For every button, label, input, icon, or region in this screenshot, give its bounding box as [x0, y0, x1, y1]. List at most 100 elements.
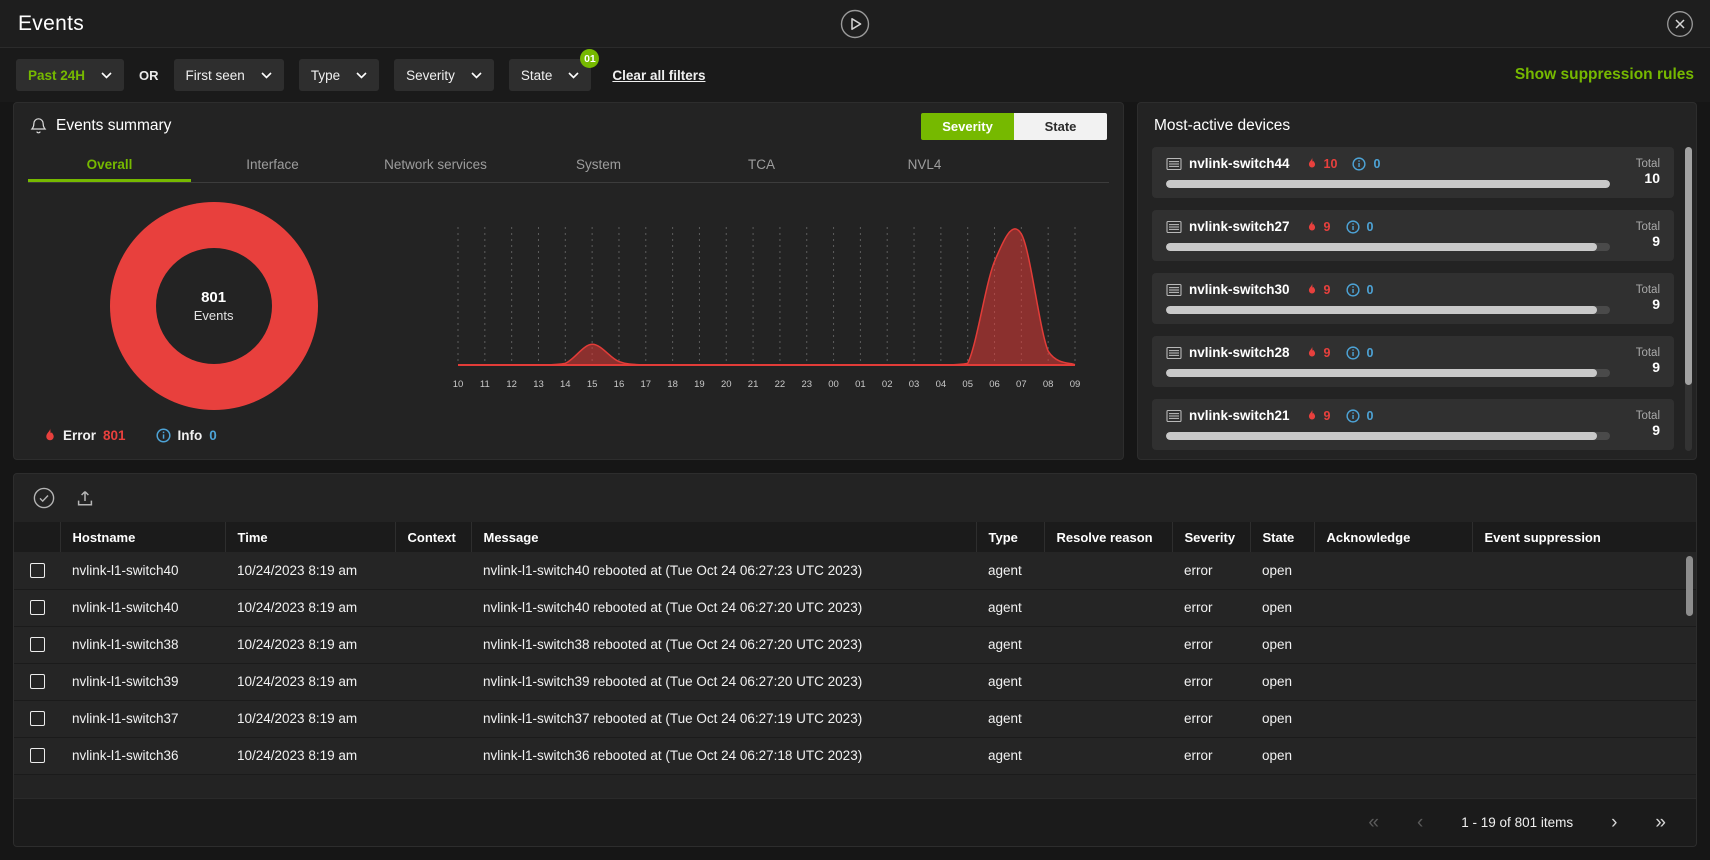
device-total-count: 9 — [1652, 359, 1660, 375]
row-checkbox[interactable] — [30, 637, 45, 652]
svg-text:23: 23 — [801, 379, 812, 390]
row-checkbox[interactable] — [30, 711, 45, 726]
device-card[interactable]: nvlink-switch30 9 0 Total — [1152, 273, 1674, 324]
table-row[interactable]: nvlink-l1-switch40 10/24/2023 8:19 am nv… — [14, 552, 1696, 589]
row-checkbox[interactable] — [30, 748, 45, 763]
table-row[interactable]: nvlink-l1-switch37 10/24/2023 8:19 am nv… — [14, 700, 1696, 737]
events-area-chart: 1011121314151617181920212223000102030405… — [444, 217, 1089, 395]
device-error-count: 9 — [1324, 283, 1331, 297]
table-row[interactable]: nvlink-l1-switch36 10/24/2023 8:19 am nv… — [14, 737, 1696, 774]
device-card[interactable]: nvlink-switch28 9 0 Total — [1152, 336, 1674, 387]
time-range-filter[interactable]: Past 24H — [16, 59, 124, 91]
cell-hostname: nvlink-l1-switch39 — [60, 663, 225, 700]
table-row[interactable]: nvlink-l1-switch39 10/24/2023 8:19 am nv… — [14, 663, 1696, 700]
select-all-button[interactable] — [33, 487, 55, 509]
state-filter-badge: 01 — [580, 49, 599, 68]
last-page-button[interactable]: » — [1655, 813, 1666, 832]
row-checkbox[interactable] — [30, 600, 45, 615]
first-seen-filter[interactable]: First seen — [174, 59, 284, 91]
close-icon — [1666, 10, 1694, 38]
summary-charts: 801 Events 10111213141516171819202122230… — [14, 183, 1123, 428]
toggle-severity-button[interactable]: Severity — [921, 113, 1014, 140]
svg-text:02: 02 — [882, 379, 893, 390]
toggle-state-button[interactable]: State — [1014, 113, 1107, 140]
show-suppression-rules-link[interactable]: Show suppression rules — [1515, 66, 1694, 84]
column-header[interactable]: Hostname — [60, 522, 225, 552]
column-header[interactable]: Type — [976, 522, 1044, 552]
severity-filter[interactable]: Severity — [394, 59, 494, 91]
flame-icon — [1307, 157, 1317, 170]
device-activity-bar — [1166, 432, 1610, 440]
svg-text:17: 17 — [640, 379, 651, 390]
events-donut-chart: 801 Events — [110, 202, 318, 410]
svg-text:08: 08 — [1043, 379, 1054, 390]
device-card[interactable]: nvlink-switch44 10 0 Total — [1152, 147, 1674, 198]
close-button[interactable] — [1666, 10, 1694, 38]
switch-icon — [1166, 409, 1182, 423]
summary-tab[interactable]: Network services — [354, 149, 517, 182]
device-name: nvlink-switch27 — [1189, 219, 1290, 234]
next-page-button[interactable]: › — [1611, 813, 1617, 832]
svg-text:11: 11 — [480, 379, 490, 390]
cell-message: nvlink-l1-switch39 rebooted at (Tue Oct … — [471, 663, 976, 700]
device-activity-bar — [1166, 306, 1610, 314]
cell-event-suppression — [1472, 663, 1696, 700]
state-filter[interactable]: State — [509, 59, 592, 91]
device-total-label: Total — [1636, 158, 1660, 170]
cell-hostname: nvlink-l1-switch36 — [60, 737, 225, 774]
cell-state: open — [1250, 626, 1314, 663]
column-header[interactable]: Severity — [1172, 522, 1250, 552]
most-active-devices-panel: Most-active devices nvlink-switch44 10 — [1137, 102, 1697, 460]
cell-context — [395, 663, 471, 700]
flame-icon — [44, 428, 56, 443]
play-button[interactable] — [839, 8, 871, 40]
pagination-range: 1 - 19 of 801 items — [1461, 815, 1573, 830]
cell-time: 10/24/2023 8:19 am — [225, 552, 395, 589]
device-activity-bar-fill — [1166, 180, 1610, 188]
row-checkbox[interactable] — [30, 674, 45, 689]
cell-severity: error — [1172, 589, 1250, 626]
table-row[interactable]: nvlink-l1-switch38 10/24/2023 8:19 am nv… — [14, 626, 1696, 663]
cell-context — [395, 737, 471, 774]
flame-icon — [1307, 346, 1317, 359]
first-page-button[interactable]: « — [1368, 813, 1379, 832]
devices-scrollbar[interactable] — [1685, 147, 1692, 451]
devices-scrollbar-thumb[interactable] — [1685, 147, 1692, 385]
column-header[interactable]: Event suppression — [1472, 522, 1696, 552]
cell-severity: error — [1172, 626, 1250, 663]
cell-type: agent — [976, 737, 1044, 774]
column-header[interactable]: Resolve reason — [1044, 522, 1172, 552]
prev-page-button[interactable]: ‹ — [1417, 813, 1423, 832]
summary-tab[interactable]: NVL4 — [843, 149, 1006, 182]
type-filter[interactable]: Type — [299, 59, 379, 91]
summary-tab[interactable]: System — [517, 149, 680, 182]
column-header[interactable]: Time — [225, 522, 395, 552]
cell-type: agent — [976, 552, 1044, 589]
column-header[interactable]: State — [1250, 522, 1314, 552]
cell-context — [395, 552, 471, 589]
device-activity-bar-fill — [1166, 432, 1597, 440]
summary-tab[interactable]: TCA — [680, 149, 843, 182]
column-header[interactable]: Message — [471, 522, 976, 552]
info-icon — [156, 428, 171, 443]
export-button[interactable] — [75, 488, 95, 508]
cell-time: 10/24/2023 8:19 am — [225, 626, 395, 663]
device-activity-bar — [1166, 369, 1610, 377]
donut-events-label: Events — [194, 308, 234, 323]
column-header[interactable]: Context — [395, 522, 471, 552]
chart-legend: Error 801 Info 0 — [14, 428, 1123, 459]
svg-text:22: 22 — [775, 379, 786, 390]
clear-all-filters-link[interactable]: Clear all filters — [612, 68, 705, 83]
svg-text:16: 16 — [614, 379, 625, 390]
summary-tab[interactable]: Interface — [191, 149, 354, 182]
device-card[interactable]: nvlink-switch21 9 0 Total — [1152, 399, 1674, 450]
table-row[interactable]: nvlink-l1-switch40 10/24/2023 8:19 am nv… — [14, 589, 1696, 626]
cell-event-suppression — [1472, 552, 1696, 589]
summary-tab[interactable]: Overall — [28, 149, 191, 182]
device-card[interactable]: nvlink-switch27 9 0 Total — [1152, 210, 1674, 261]
column-header[interactable]: Acknowledge — [1314, 522, 1472, 552]
device-activity-bar-fill — [1166, 369, 1597, 377]
device-name: nvlink-switch21 — [1189, 408, 1290, 423]
table-scrollbar[interactable] — [1686, 556, 1693, 616]
row-checkbox[interactable] — [30, 563, 45, 578]
